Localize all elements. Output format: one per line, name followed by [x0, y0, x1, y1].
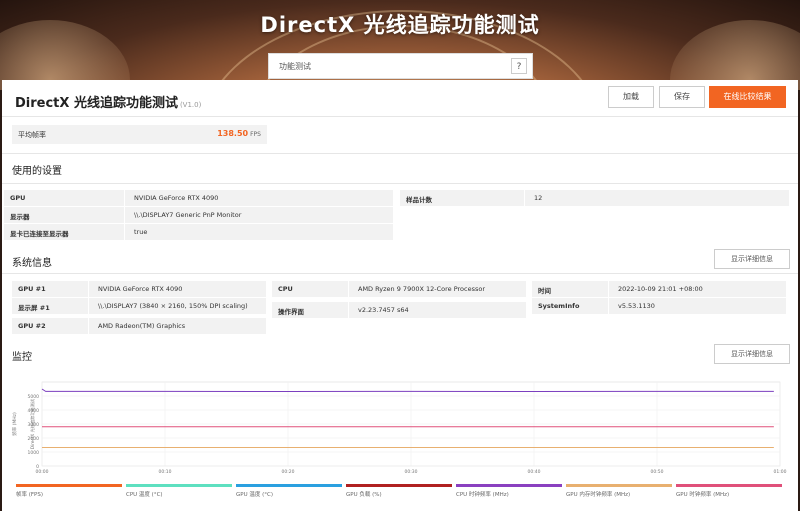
settings-key: 显示器 [10, 213, 30, 221]
cell-divider [524, 190, 525, 206]
sysinfo-value: 2022-10-09 21:01 +08:00 [618, 285, 703, 293]
divider [2, 183, 798, 184]
settings-key: 显卡已连接至显示器 [10, 230, 69, 238]
legend-label: GPU 温度 (°C) [236, 492, 273, 498]
legend-label: GPU 负载 (%) [346, 492, 382, 498]
chart-x-tick-label: 00:10 [159, 469, 172, 475]
sysinfo-key: 时间 [538, 287, 551, 295]
settings-value: 12 [534, 194, 543, 202]
sysinfo-row: 时间 2022-10-09 21:01 +08:00 [532, 281, 786, 297]
settings-key: GPU [10, 194, 26, 202]
legend-label: CPU 时钟频率 (MHz) [456, 492, 509, 498]
legend-label: 帧率 (FPS) [16, 492, 44, 498]
sysinfo-key: 显示屏 #1 [18, 304, 50, 312]
test-type-label: 功能测试 [279, 62, 311, 71]
legend-swatch [236, 484, 342, 487]
settings-row: GPU NVIDIA GeForce RTX 4090 [4, 190, 393, 206]
test-type-select[interactable]: 功能测试 ? [268, 53, 533, 79]
settings-row: 显示器 \\.\DISPLAY7 Generic PnP Monitor [4, 207, 393, 223]
cell-divider [124, 190, 125, 206]
result-panel: DirectX 光线追踪功能测试 (V1.0) 加载 保存 在线比较结果 平均帧率… [2, 80, 798, 511]
system-info-detail-button[interactable]: 显示详细信息 [714, 249, 790, 269]
cell-divider [88, 298, 89, 314]
chart-legend: 帧率 (FPS) CPU 温度 (°C) GPU 温度 (°C) GPU 负载 (%)… [16, 484, 786, 504]
sysinfo-key: SystemInfo [538, 302, 580, 310]
sysinfo-key: GPU #2 [18, 322, 46, 330]
legend-swatch [126, 484, 232, 487]
cell-divider [88, 318, 89, 334]
result-title: DirectX 光线追踪功能测试 (V1.0) [15, 92, 201, 111]
load-button[interactable]: 加载 [608, 86, 654, 108]
sysinfo-value: NVIDIA GeForce RTX 4090 [98, 285, 183, 293]
sysinfo-row: 显示屏 #1 \\.\DISPLAY7 (3840 × 2160, 150% D… [12, 298, 266, 314]
cell-divider [88, 281, 89, 297]
sysinfo-row: SystemInfo v5.53.1130 [532, 298, 786, 314]
system-info-title: 系统信息 [12, 258, 52, 269]
page-title: DirectX 光线追踪功能测试 [260, 13, 540, 37]
chart-x-tick-label: 00:00 [36, 469, 49, 475]
sysinfo-value: AMD Radeon(TM) Graphics [98, 322, 186, 330]
average-fps-value: 138.50 FPS [217, 129, 261, 138]
average-fps-box: 平均帧率 138.50 FPS [12, 125, 267, 144]
save-button[interactable]: 保存 [659, 86, 705, 108]
compare-online-button[interactable]: 在线比较结果 [709, 86, 786, 108]
chart-y-axis-label: 频率 (MHz) [11, 412, 18, 436]
chart-y-axis-label-secondary: DirectX 光线追踪功能测试 [29, 398, 36, 449]
legend-swatch [456, 484, 562, 487]
result-version: (V1.0) [179, 101, 202, 109]
divider [2, 273, 798, 274]
divider [2, 153, 798, 154]
settings-value: \\.\DISPLAY7 Generic PnP Monitor [134, 211, 242, 219]
settings-title: 使用的设置 [12, 166, 62, 177]
legend-label: GPU 内存时钟频率 (MHz) [566, 492, 631, 498]
cell-divider [348, 281, 349, 297]
fps-unit: FPS [250, 131, 261, 138]
monitor-title: 监控 [12, 352, 32, 363]
sysinfo-key: 操作界面 [278, 308, 304, 316]
result-title-text: DirectX 光线追踪功能测试 [15, 96, 178, 111]
monitor-chart: 01000200030004000500000:00 00:10 00:20 00:3… [11, 381, 787, 475]
result-header: DirectX 光线追踪功能测试 (V1.0) 加载 保存 在线比较结果 [2, 80, 798, 117]
sysinfo-value: AMD Ryzen 9 7900X 12-Core Processor [358, 285, 486, 293]
legend-swatch [16, 484, 122, 487]
monitor-detail-button[interactable]: 显示详细信息 [714, 344, 790, 364]
sysinfo-row: GPU #2 AMD Radeon(TM) Graphics [12, 318, 266, 334]
settings-value: NVIDIA GeForce RTX 4090 [134, 194, 219, 202]
help-icon[interactable]: ? [511, 58, 527, 74]
sysinfo-value: \\.\DISPLAY7 (3840 × 2160, 150% DPI scal… [98, 302, 248, 310]
chart-y-tick-label: 1000 [28, 450, 40, 456]
sysinfo-row: CPU AMD Ryzen 9 7900X 12-Core Processor [272, 281, 526, 297]
chart-x-tick-label: 00:40 [528, 469, 541, 475]
legend-swatch [676, 484, 782, 487]
average-fps-label: 平均帧率 [18, 131, 46, 139]
cell-divider [608, 281, 609, 297]
sysinfo-key: CPU [278, 285, 293, 293]
chart-x-tick-label: 00:30 [405, 469, 418, 475]
cell-divider [608, 298, 609, 314]
sysinfo-row: 操作界面 v2.23.7457 s64 [272, 302, 526, 318]
legend-swatch [566, 484, 672, 487]
chart-x-tick-label: 00:20 [282, 469, 295, 475]
sysinfo-value: v5.53.1130 [618, 302, 655, 310]
chart-x-tick-label: 00:50 [651, 469, 664, 475]
sysinfo-value: v2.23.7457 s64 [358, 306, 409, 314]
sysinfo-row: GPU #1 NVIDIA GeForce RTX 4090 [12, 281, 266, 297]
cell-divider [124, 207, 125, 223]
settings-row: 样品计数 12 [400, 190, 789, 206]
sysinfo-key: GPU #1 [18, 285, 46, 293]
cell-divider [348, 302, 349, 318]
settings-value: true [134, 228, 148, 236]
fps-number: 138.50 [217, 129, 249, 138]
legend-swatch [346, 484, 452, 487]
legend-label: CPU 温度 (°C) [126, 492, 163, 498]
chart-x-tick-label: 01:00 [774, 469, 787, 475]
settings-key: 样品计数 [406, 196, 432, 204]
cell-divider [124, 224, 125, 240]
settings-row: 显卡已连接至显示器 true [4, 224, 393, 240]
legend-label: GPU 时钟频率 (MHz) [676, 492, 730, 498]
